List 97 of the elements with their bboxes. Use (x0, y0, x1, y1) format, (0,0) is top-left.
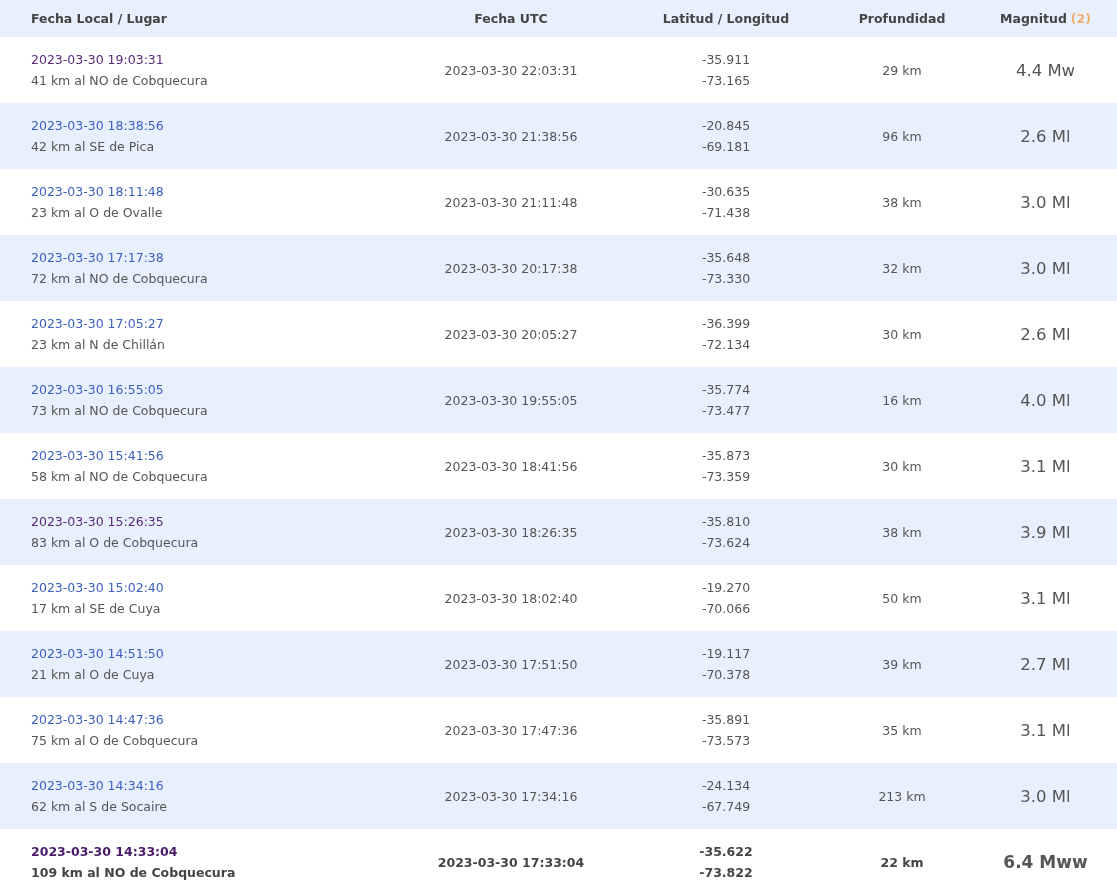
magnitude: 2.7 Ml (1020, 653, 1071, 675)
column-count: (2) (1070, 11, 1091, 26)
event-link[interactable]: 2023-03-30 17:17:38 (31, 247, 164, 268)
column-header: Latitud / Longitud (662, 11, 790, 26)
longitude: -73.822 (699, 864, 753, 882)
column-header: Fecha UTC (474, 11, 548, 26)
column-header: Magnitud (1000, 11, 1067, 26)
utc-time: 2023-03-30 17:34:16 (444, 787, 578, 806)
event-link[interactable]: 2023-03-30 15:26:35 (31, 511, 164, 532)
latitude: -35.873 (701, 447, 751, 465)
magnitude: 3.1 Ml (1020, 455, 1071, 477)
latitude: -24.134 (701, 777, 751, 795)
place-text: 58 km al NO de Cobquecura (31, 468, 208, 486)
latitude: -36.399 (701, 315, 751, 333)
latitude: -19.117 (701, 645, 751, 663)
place-text: 72 km al NO de Cobquecura (31, 270, 208, 288)
utc-time: 2023-03-30 18:02:40 (444, 589, 578, 608)
longitude: -69.181 (701, 138, 751, 156)
place-text: 75 km al O de Cobquecura (31, 732, 199, 750)
place-text: 42 km al SE de Pica (31, 138, 155, 156)
depth: 38 km (882, 523, 922, 542)
utc-time: 2023-03-30 20:05:27 (444, 325, 578, 344)
depth: 39 km (882, 655, 922, 674)
longitude: -73.624 (701, 534, 751, 552)
longitude: -67.749 (701, 798, 751, 816)
longitude: -73.165 (701, 72, 751, 90)
magnitude: 3.0 Ml (1020, 257, 1071, 279)
place-text: 23 km al O de Ovalle (31, 204, 163, 222)
utc-time: 2023-03-30 17:47:36 (444, 721, 578, 740)
latitude: -30.635 (701, 183, 751, 201)
event-link[interactable]: 2023-03-30 15:02:40 (31, 577, 164, 598)
place-text: 41 km al NO de Cobquecura (31, 72, 208, 90)
utc-time: 2023-03-30 20:17:38 (444, 259, 578, 278)
magnitude: 6.4 Mww (1003, 851, 1088, 873)
utc-time: 2023-03-30 22:03:31 (444, 61, 578, 80)
utc-time: 2023-03-30 19:55:05 (444, 391, 578, 410)
depth: 35 km (882, 721, 922, 740)
magnitude: 3.1 Ml (1020, 719, 1071, 741)
depth: 30 km (882, 457, 922, 476)
longitude: -70.066 (701, 600, 751, 618)
place-text: 73 km al NO de Cobquecura (31, 402, 208, 420)
place-text: 109 km al NO de Cobquecura (31, 864, 236, 882)
longitude: -72.134 (701, 336, 751, 354)
depth: 29 km (882, 61, 922, 80)
magnitude: 3.0 Ml (1020, 785, 1071, 807)
depth: 16 km (882, 391, 922, 410)
magnitude: 3.1 Ml (1020, 587, 1071, 609)
longitude: -73.330 (701, 270, 751, 288)
place-text: 21 km al O de Cuya (31, 666, 155, 684)
longitude: -71.438 (701, 204, 751, 222)
event-link[interactable]: 2023-03-30 15:41:56 (31, 445, 164, 466)
latitude: -35.622 (699, 843, 753, 861)
event-link[interactable]: 2023-03-30 17:05:27 (31, 313, 164, 334)
magnitude: 4.4 Mw (1015, 59, 1076, 81)
utc-time: 2023-03-30 18:26:35 (444, 523, 578, 542)
event-link[interactable]: 2023-03-30 18:11:48 (31, 181, 164, 202)
place-text: 23 km al N de Chillán (31, 336, 165, 354)
utc-time: 2023-03-30 17:33:04 (437, 853, 585, 872)
place-text: 83 km al O de Cobquecura (31, 534, 199, 552)
utc-time: 2023-03-30 18:41:56 (444, 457, 578, 476)
depth: 30 km (882, 325, 922, 344)
utc-time: 2023-03-30 21:38:56 (444, 127, 578, 146)
latitude: -35.911 (701, 51, 751, 69)
latitude: -35.774 (701, 381, 751, 399)
event-link[interactable]: 2023-03-30 14:34:16 (31, 775, 164, 796)
latitude: -20.845 (701, 117, 751, 135)
depth: 96 km (882, 127, 922, 146)
latitude: -19.270 (701, 579, 751, 597)
longitude: -73.573 (701, 732, 751, 750)
magnitude: 2.6 Ml (1020, 323, 1071, 345)
place-text: 62 km al S de Socaire (31, 798, 168, 816)
magnitude: 3.9 Ml (1020, 521, 1071, 543)
column-header: Fecha Local / Lugar (31, 11, 167, 26)
event-link[interactable]: 2023-03-30 14:33:04 (31, 841, 178, 862)
latitude: -35.891 (701, 711, 751, 729)
longitude: -70.378 (701, 666, 751, 684)
utc-time: 2023-03-30 21:11:48 (444, 193, 578, 212)
event-link[interactable]: 2023-03-30 16:55:05 (31, 379, 164, 400)
column-header: Profundidad (858, 11, 946, 26)
magnitude: 4.0 Ml (1020, 389, 1071, 411)
latitude: -35.810 (701, 513, 751, 531)
longitude: -73.477 (701, 402, 751, 420)
depth: 32 km (882, 259, 922, 278)
magnitude: 2.6 Ml (1020, 125, 1071, 147)
latitude: -35.648 (701, 249, 751, 267)
depth: 38 km (882, 193, 922, 212)
depth: 22 km (880, 853, 924, 872)
place-text: 17 km al SE de Cuya (31, 600, 161, 618)
event-link[interactable]: 2023-03-30 19:03:31 (31, 49, 164, 70)
magnitude: 3.0 Ml (1020, 191, 1071, 213)
depth: 50 km (882, 589, 922, 608)
event-link[interactable]: 2023-03-30 14:51:50 (31, 643, 164, 664)
longitude: -73.359 (701, 468, 751, 486)
event-link[interactable]: 2023-03-30 14:47:36 (31, 709, 164, 730)
utc-time: 2023-03-30 17:51:50 (444, 655, 578, 674)
event-link[interactable]: 2023-03-30 18:38:56 (31, 115, 164, 136)
depth: 213 km (878, 787, 926, 806)
